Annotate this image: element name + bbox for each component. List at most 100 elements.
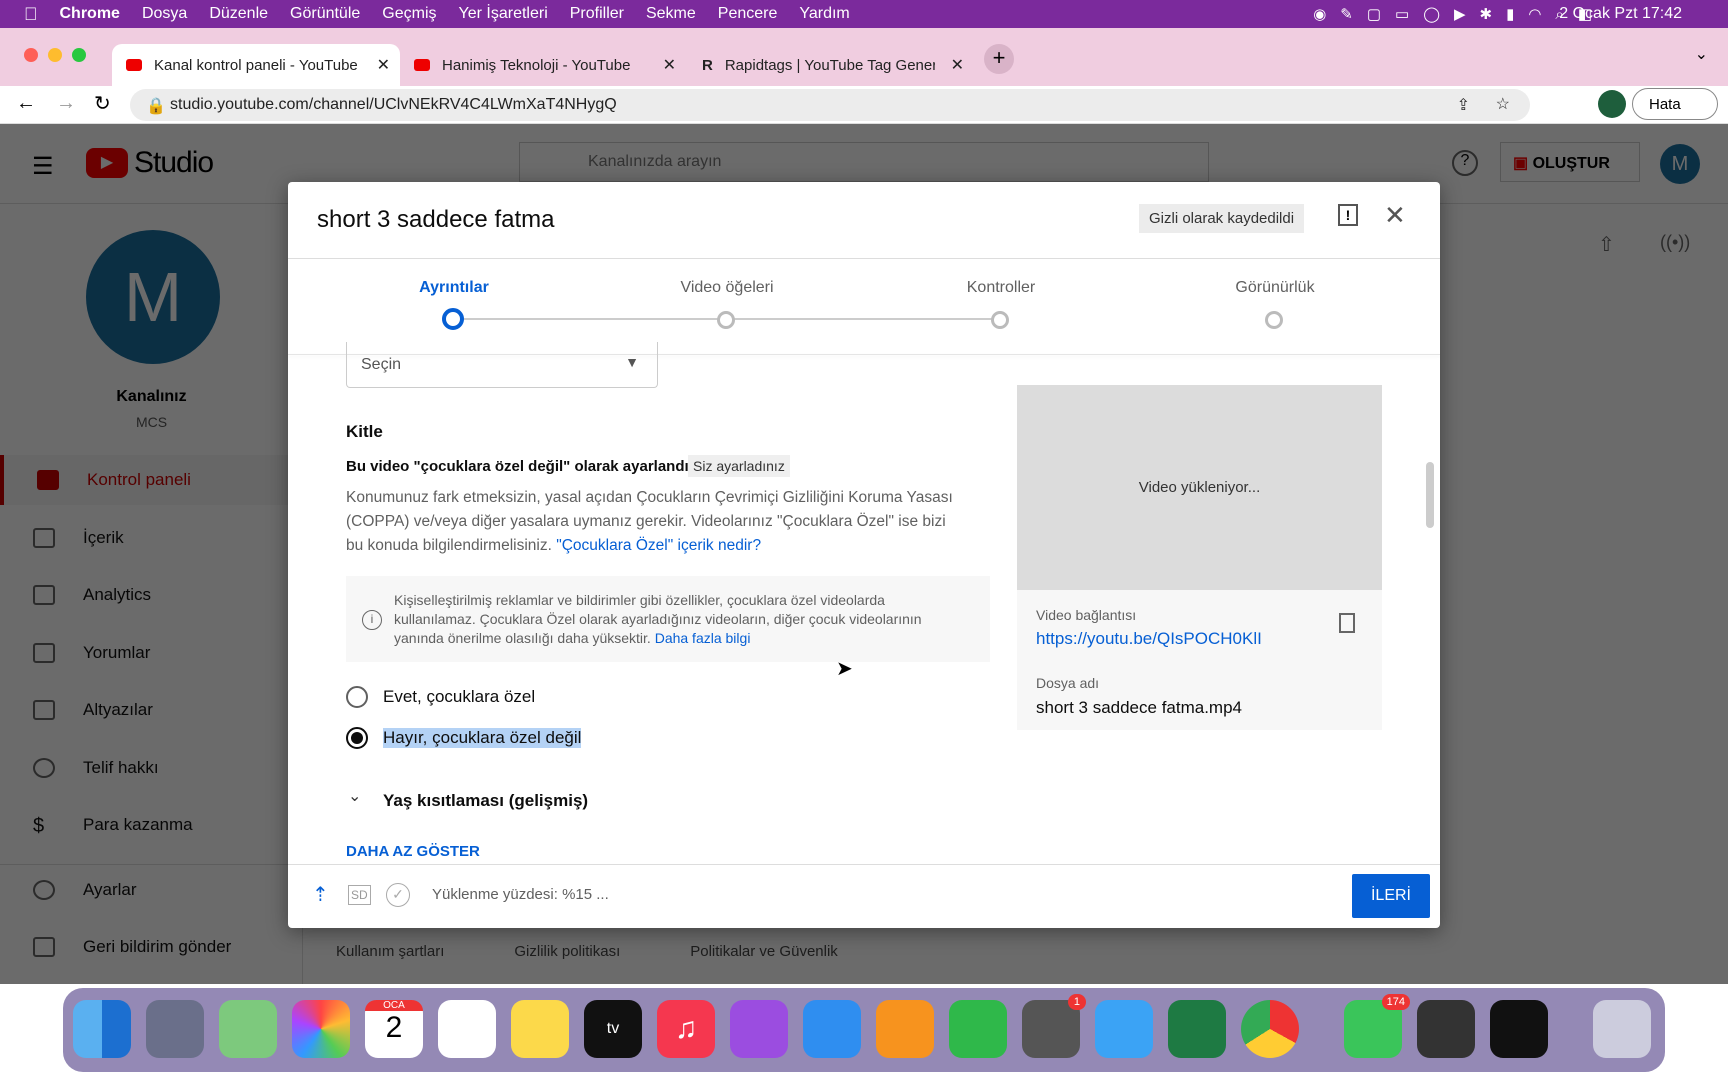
excel-icon[interactable] xyxy=(1168,1000,1226,1058)
launchpad-icon[interactable] xyxy=(146,1000,204,1058)
menu-profiller[interactable]: Profiller xyxy=(570,5,624,23)
step-indicator[interactable] xyxy=(991,311,1009,329)
apple-icon[interactable]:  xyxy=(24,4,38,25)
category-select[interactable]: Seçin ▼ xyxy=(346,342,658,388)
link-text[interactable]: https://youtu.be/QIsPOCH0KlI xyxy=(1036,629,1262,648)
back-icon[interactable]: ← xyxy=(16,92,36,115)
step-checks[interactable]: Kontroller xyxy=(901,279,1101,297)
radio-no-not-made-for-kids[interactable] xyxy=(346,727,368,749)
close-window-button[interactable] xyxy=(24,48,38,62)
safari-icon[interactable] xyxy=(1095,1000,1153,1058)
option-no-label[interactable]: Hayır, çocuklara özel değil xyxy=(383,728,582,748)
next-button[interactable]: İLERİ xyxy=(1352,874,1430,918)
apple-tv-icon[interactable]: tv xyxy=(584,1000,642,1058)
sidebar-item-comments[interactable]: Yorumlar xyxy=(0,628,303,678)
numbers-icon[interactable] xyxy=(949,1000,1007,1058)
notes-icon[interactable] xyxy=(511,1000,569,1058)
profile-avatar[interactable] xyxy=(1598,90,1626,118)
privacy-link[interactable]: Gizlilik politikası xyxy=(514,943,620,960)
zoom-window-button[interactable] xyxy=(72,48,86,62)
menu-duzenle[interactable]: Düzenle xyxy=(209,5,268,23)
sidebar-item-content[interactable]: İçerik xyxy=(0,513,303,563)
sidebar-item-analytics[interactable]: Analytics xyxy=(0,570,303,620)
capcut-icon[interactable] xyxy=(1490,1000,1548,1058)
sidebar-item-feedback[interactable]: Geri bildirim gönder xyxy=(0,922,303,972)
policies-link[interactable]: Politikalar ve Güvenlik xyxy=(690,943,838,960)
account-avatar[interactable]: M xyxy=(1660,144,1700,184)
menu-app[interactable]: Chrome xyxy=(60,5,120,23)
live-icon[interactable]: ((•)) xyxy=(1660,232,1690,253)
menu-pencere[interactable]: Pencere xyxy=(718,5,778,23)
share-icon[interactable]: ⇪ xyxy=(1457,95,1470,115)
close-tab-icon[interactable]: ✕ xyxy=(377,55,390,75)
video-link[interactable]: https://youtu.be/QIsPOCH0KlI xyxy=(1036,629,1262,649)
close-tab-icon[interactable]: ✕ xyxy=(951,55,964,75)
system-settings-icon[interactable]: 1 xyxy=(1022,994,1086,1058)
search-input[interactable]: Kanalınızda arayın xyxy=(519,142,1209,182)
upload-icon[interactable]: ⇧ xyxy=(1598,232,1615,257)
learn-more-link[interactable]: Daha fazla bilgi xyxy=(655,630,751,646)
option-yes-label[interactable]: Evet, çocuklara özel xyxy=(383,687,535,707)
help-icon[interactable]: ? xyxy=(1452,150,1478,176)
made-for-kids-link[interactable]: "Çocuklara Özel" içerik nedir? xyxy=(556,537,761,554)
sidebar-item-settings[interactable]: Ayarlar xyxy=(0,864,303,914)
pages-icon[interactable] xyxy=(876,1000,934,1058)
maps-icon[interactable] xyxy=(219,1000,277,1058)
keynote-icon[interactable] xyxy=(803,1000,861,1058)
copy-icon[interactable] xyxy=(1339,613,1355,633)
sidebar-item-dashboard[interactable]: Kontrol paneli xyxy=(0,455,303,505)
menu-sekme[interactable]: Sekme xyxy=(646,5,696,23)
step-indicator[interactable] xyxy=(717,311,735,329)
bookmark-star-icon[interactable]: ☆ xyxy=(1496,94,1510,114)
check-icon[interactable]: ✓ xyxy=(386,883,410,907)
age-restriction-toggle[interactable]: Yaş kısıtlaması (gelişmiş) xyxy=(383,791,588,811)
minimize-window-button[interactable] xyxy=(48,48,62,62)
sidebar-item-monetization[interactable]: $ Para kazanma xyxy=(0,800,303,850)
podcasts-icon[interactable] xyxy=(730,1000,788,1058)
upload-arrow-icon[interactable]: ⇡ xyxy=(312,882,329,907)
forward-icon[interactable]: → xyxy=(56,92,76,115)
show-less-button[interactable]: DAHA AZ GÖSTER xyxy=(346,843,480,860)
tab-hanimis[interactable]: Hanimiş Teknoloji - YouTube ✕ xyxy=(400,44,686,86)
radio-yes-made-for-kids[interactable] xyxy=(346,686,368,708)
create-button[interactable]: ▣ OLUŞTUR xyxy=(1500,142,1640,182)
menu-yer-isaretleri[interactable]: Yer İşaretleri xyxy=(459,5,548,23)
photos-icon[interactable] xyxy=(292,1000,350,1058)
clock[interactable]: 2 Ocak Pzt 17:42 xyxy=(1559,5,1682,23)
menu-dosya[interactable]: Dosya xyxy=(142,5,187,23)
reload-icon[interactable]: ↻ xyxy=(94,91,111,116)
sidebar-item-subtitles[interactable]: Altyazılar xyxy=(0,685,303,735)
step-video-elements[interactable]: Video öğeleri xyxy=(627,279,827,297)
scrollbar[interactable] xyxy=(1426,462,1434,528)
close-icon[interactable]: ✕ xyxy=(1384,200,1406,231)
step-indicator[interactable] xyxy=(1265,311,1283,329)
address-bar[interactable]: 🔒 studio.youtube.com/channel/UClvNEkRV4C… xyxy=(130,89,1530,121)
close-tab-icon[interactable]: ✕ xyxy=(663,55,676,75)
terms-link[interactable]: Kullanım şartları xyxy=(336,943,444,960)
tab-search-chevron-icon[interactable]: ⌄ xyxy=(1695,44,1708,64)
menu-icon[interactable]: ☰ xyxy=(32,152,54,181)
sd-badge-icon[interactable]: SD xyxy=(348,885,371,905)
youtube-logo-icon[interactable]: ▶ xyxy=(86,148,128,178)
channel-avatar[interactable]: M xyxy=(86,230,220,364)
menu-gecmis[interactable]: Geçmiş xyxy=(382,5,436,23)
sidebar-item-copyright[interactable]: Telif hakkı xyxy=(0,743,303,793)
quicktime-icon[interactable] xyxy=(1417,1000,1475,1058)
chrome-icon[interactable] xyxy=(1241,1000,1299,1058)
step-visibility[interactable]: Görünürlük xyxy=(1175,279,1375,297)
expand-chevron-icon[interactable]: ⌄ xyxy=(348,786,361,806)
tab-kanal-kontrol[interactable]: Kanal kontrol paneli - YouTube ✕ xyxy=(112,44,400,86)
music-icon[interactable]: ♫ xyxy=(657,1000,715,1058)
step-details[interactable]: Ayrıntılar xyxy=(354,279,554,297)
calendar-icon[interactable]: OCA 2 xyxy=(365,1000,423,1058)
tab-rapidtags[interactable]: R Rapidtags | YouTube Tag Gener ✕ xyxy=(688,44,974,86)
profile-error-button[interactable]: Hata xyxy=(1632,88,1718,120)
messages-icon[interactable]: 174 xyxy=(1344,994,1410,1058)
menu-yardim[interactable]: Yardım xyxy=(799,5,849,23)
report-icon[interactable]: ! xyxy=(1338,204,1358,226)
reminders-icon[interactable] xyxy=(438,1000,496,1058)
step-details-indicator[interactable] xyxy=(442,308,464,330)
trash-icon[interactable] xyxy=(1593,1000,1651,1058)
finder-icon[interactable] xyxy=(73,1000,131,1058)
new-tab-button[interactable]: + xyxy=(984,44,1014,74)
